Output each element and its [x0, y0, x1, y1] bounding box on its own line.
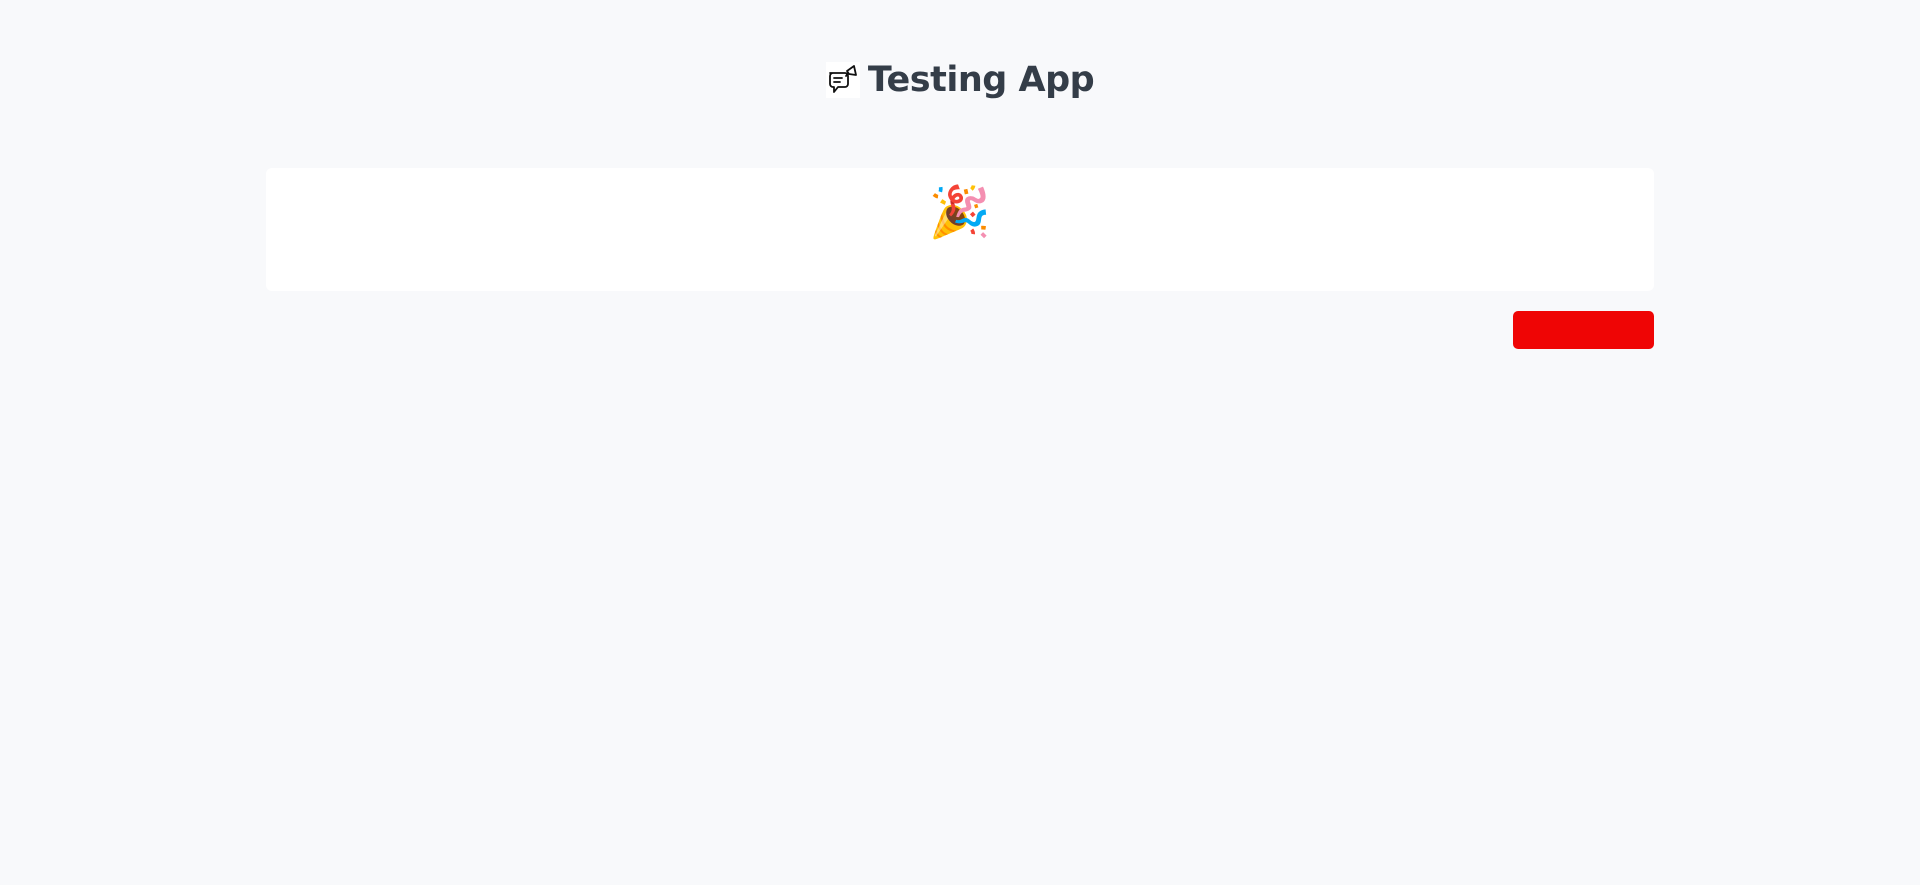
action-button[interactable] — [1513, 311, 1654, 349]
chat-megaphone-icon — [825, 62, 860, 98]
page-title: Testing App — [867, 60, 1095, 100]
content-card: 🎉 — [266, 168, 1654, 291]
party-popper-icon: 🎉 — [928, 183, 992, 241]
app-header: Testing App — [0, 60, 1920, 100]
